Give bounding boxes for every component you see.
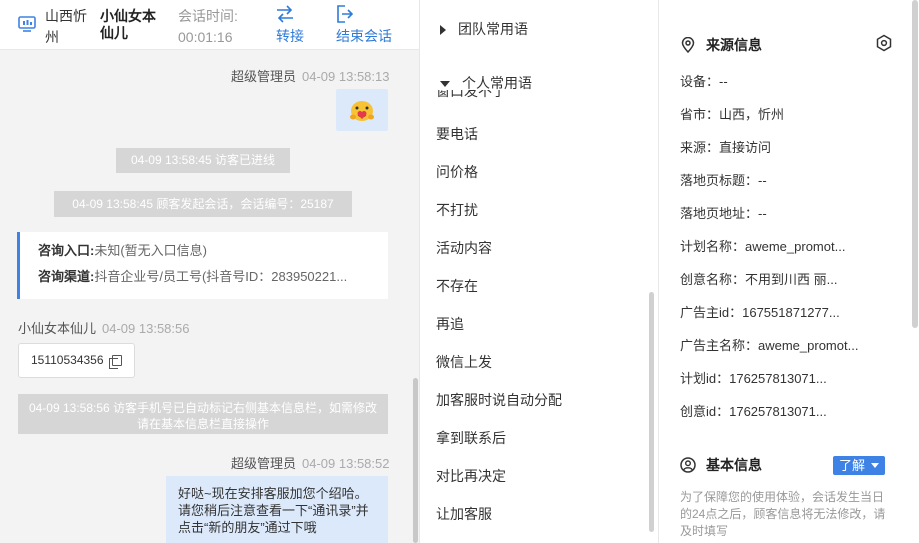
- consult-entry-value: 未知(暂无入口信息): [94, 243, 208, 258]
- phrase-item[interactable]: 加客服时说自动分配: [436, 390, 562, 410]
- phrase-item[interactable]: 再追: [436, 314, 464, 334]
- personal-phrases-label: 个人常用语: [462, 75, 532, 91]
- basic-info-title: 基本信息: [680, 455, 762, 475]
- info-scrollbar[interactable]: [912, 0, 918, 328]
- chat-header: 山西忻州 小仙女本仙儿 会话时间: 00:01:16 转接 结束会话: [0, 0, 419, 50]
- agent-message-bubble: 好哒~现在安排客服加您个绍哈。请您稍后注意查看一下“通讯录”并点击“新的朋友”通…: [166, 476, 388, 543]
- phrase-item[interactable]: 拿到联系后: [436, 428, 506, 448]
- team-phrases-group[interactable]: 团队常用语: [440, 19, 528, 39]
- consult-channel-value: 抖音企业号/员工号(抖音号ID：283950221...: [94, 269, 348, 284]
- hexagon-gear-icon[interactable]: [875, 34, 893, 52]
- info-advertiser-id: 广告主id：167551871277...: [680, 305, 840, 320]
- phrase-item[interactable]: 活动内容: [436, 238, 492, 258]
- message-meta: 小仙女本仙儿 04-09 13:58:56: [18, 318, 189, 337]
- info-landing-url: 落地页地址：--: [680, 206, 767, 221]
- source-info-title: 来源信息: [680, 35, 762, 55]
- phrase-item[interactable]: 不存在: [436, 276, 478, 296]
- end-session-button[interactable]: 结束会话: [336, 4, 392, 47]
- info-plan-id: 计划id：176257813071...: [680, 371, 827, 386]
- location-pin-icon: [681, 37, 695, 53]
- caret-right-icon: [440, 25, 446, 36]
- chat-panel: 山西忻州 小仙女本仙儿 会话时间: 00:01:16 转接 结束会话 超级管理员…: [0, 0, 420, 543]
- monitor-icon: [18, 16, 36, 32]
- team-phrases-label: 团队常用语: [458, 21, 528, 37]
- chat-scrollbar[interactable]: [413, 378, 418, 543]
- phrase-item[interactable]: 要电话: [436, 124, 478, 144]
- phrase-item[interactable]: 对比再决定: [436, 466, 506, 486]
- message-meta: 超级管理员 04-09 13:58:52: [231, 453, 389, 472]
- system-message: 04-09 13:58:45 访客已进线: [116, 148, 290, 173]
- system-message: 04-09 13:58:45 顾客发起会话，会话编号：25187: [54, 191, 352, 217]
- info-advertiser-name: 广告主名称：aweme_promot...: [680, 338, 859, 353]
- system-message: 04-09 13:58:56 访客手机号已自动标记右侧基本信息栏，如需修改请在基…: [18, 394, 388, 434]
- learn-more-label: 了解: [839, 458, 866, 473]
- info-plan-name: 计划名称：aweme_promot...: [680, 239, 846, 254]
- exit-icon: [337, 5, 354, 23]
- heart-hug-emoji-icon: [350, 101, 374, 121]
- user-circle-icon: [680, 457, 696, 473]
- transfer-label: 转接: [276, 28, 304, 44]
- transfer-arrows-icon: [277, 5, 293, 23]
- phrase-item[interactable]: 微信上发: [436, 352, 492, 372]
- phrase-item[interactable]: 问价格: [436, 162, 478, 182]
- info-creative-name: 创意名称：不用到川西 丽...: [680, 272, 838, 287]
- phrase-item[interactable]: 让加客服: [436, 504, 492, 524]
- info-landing-title: 落地页标题：--: [680, 173, 767, 188]
- learn-more-dropdown[interactable]: 了解: [833, 456, 885, 475]
- info-creative-id: 创意id：176257813071...: [680, 404, 827, 419]
- quick-phrases-panel: 团队常用语 个人常用语 窗口发不了 要电话 问价格 不打扰 活动内容 不存在 再…: [420, 0, 659, 543]
- consult-source-card: 咨询入口:未知(暂无入口信息) 咨询渠道:抖音企业号/员工号(抖音号ID：283…: [17, 232, 388, 299]
- phone-number: 15110534356: [31, 353, 104, 367]
- caret-down-icon: [871, 463, 879, 468]
- message-time: 04-09 13:58:13: [302, 69, 390, 84]
- sender-name: 超级管理员: [231, 69, 297, 84]
- consult-channel-row: 咨询渠道:抖音企业号/员工号(抖音号ID：283950221...: [38, 268, 388, 294]
- end-session-label: 结束会话: [336, 28, 392, 44]
- consult-channel-label: 咨询渠道:: [38, 269, 95, 284]
- consult-entry-label: 咨询入口:: [38, 243, 95, 258]
- copy-icon[interactable]: [109, 355, 122, 369]
- caret-down-icon: [440, 81, 450, 88]
- visitor-name: 小仙女本仙儿: [100, 8, 156, 41]
- message-time: 04-09 13:58:56: [102, 321, 190, 336]
- info-province-city: 省市：山西，忻州: [680, 107, 785, 122]
- phrases-scrollbar[interactable]: [649, 292, 654, 532]
- phone-message-bubble: 15110534356: [18, 343, 135, 378]
- message-meta: 超级管理员 04-09 13:58:13: [231, 66, 389, 85]
- visitor-info-panel: 来源信息 设备：-- 省市：山西，忻州 来源：直接访问 落地页标题：-- 落地页…: [660, 0, 919, 543]
- phrase-item-partial[interactable]: 窗口发不了: [436, 90, 556, 98]
- basic-info-notice: 为了保障您的使用体验，会话发生当日的24点之后，顾客信息将无法修改，请及时填写: [680, 490, 886, 538]
- info-source: 来源：直接访问: [680, 140, 772, 155]
- visitor-location: 山西忻州: [45, 8, 87, 45]
- session-duration-label: 会话时间:: [178, 8, 238, 24]
- sender-name: 小仙女本仙儿: [18, 321, 97, 336]
- sender-name: 超级管理员: [231, 456, 297, 471]
- transfer-button[interactable]: 转接: [276, 4, 304, 47]
- phrase-item[interactable]: 不打扰: [436, 200, 478, 220]
- info-device: 设备：--: [680, 74, 728, 89]
- session-duration-value: 00:01:16: [178, 29, 233, 45]
- emoji-message-bubble: [336, 89, 388, 131]
- consult-entry-row: 咨询入口:未知(暂无入口信息): [38, 242, 388, 268]
- message-time: 04-09 13:58:52: [302, 456, 390, 471]
